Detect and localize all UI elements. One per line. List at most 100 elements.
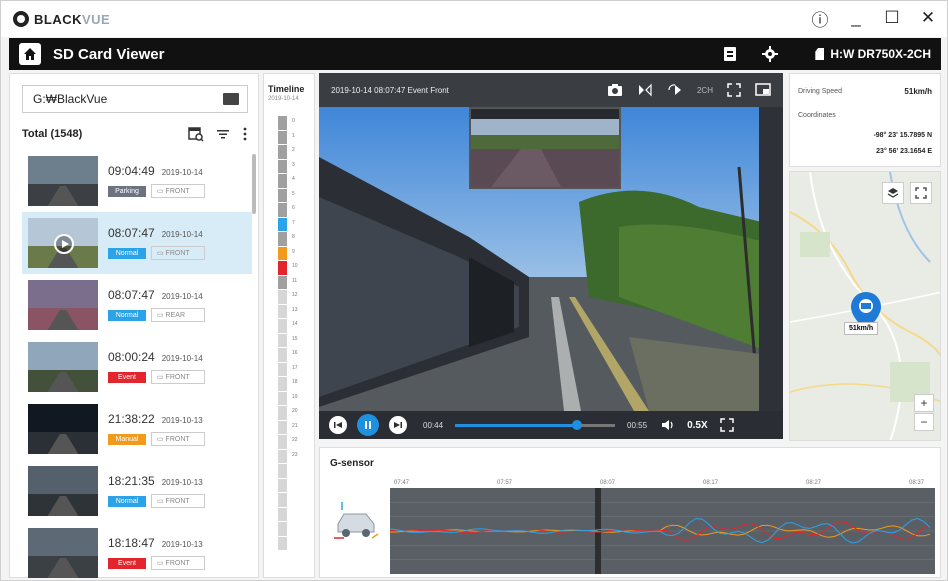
g-sensor-tick-label: 07:47 xyxy=(394,480,410,486)
timeline-segment[interactable] xyxy=(278,420,287,434)
timeline-segment[interactable] xyxy=(278,362,287,376)
recording-channel: ▭ FRONT xyxy=(151,556,205,570)
recording-item[interactable]: 18:21:35 2019-10-13 Normal ▭ FRONT xyxy=(22,460,252,522)
map-fullscreen-button[interactable] xyxy=(910,182,932,204)
filter-icon[interactable] xyxy=(216,127,230,141)
settings-button[interactable] xyxy=(761,45,779,63)
timeline-segment[interactable] xyxy=(278,217,287,231)
timeline-segment[interactable] xyxy=(278,391,287,405)
map-layers-button[interactable] xyxy=(882,182,904,204)
timeline-hour-label: 13 xyxy=(292,306,298,313)
timeline-hour-label: 17 xyxy=(292,364,298,371)
recording-thumbnail[interactable] xyxy=(28,280,98,330)
recording-thumbnail[interactable] xyxy=(28,342,98,392)
timeline-segment[interactable] xyxy=(278,493,287,507)
pip-icon[interactable] xyxy=(755,83,771,97)
seek-bar[interactable] xyxy=(455,419,616,430)
recording-item[interactable]: 08:07:47 2019-10-14 Normal ▭ REAR xyxy=(22,274,252,336)
zoom-out-button[interactable]: − xyxy=(914,413,934,431)
g-sensor-title: G-sensor xyxy=(330,458,374,469)
recording-item[interactable]: 21:38:22 2019-10-13 Manual ▭ FRONT xyxy=(22,398,252,460)
folder-icon[interactable] xyxy=(223,93,239,105)
recording-item[interactable]: 09:04:49 2019-10-14 Parking ▭ FRONT xyxy=(22,150,252,212)
next-button[interactable] xyxy=(389,416,407,434)
recording-thumbnail[interactable] xyxy=(28,218,98,268)
timeline-segment[interactable] xyxy=(278,348,287,362)
timeline-segment[interactable] xyxy=(278,174,287,188)
driving-info-panel: Driving Speed 51km/h Coordinates -98° 23… xyxy=(789,73,941,167)
timeline-segment[interactable] xyxy=(278,536,287,550)
pause-button[interactable] xyxy=(357,414,379,436)
timeline-hour-label: 8 xyxy=(292,234,295,240)
timeline-segment[interactable] xyxy=(278,246,287,260)
timeline-segment[interactable] xyxy=(278,290,287,304)
flip-icon[interactable] xyxy=(637,83,653,97)
folder-path-field[interactable]: G:₩BlackVue xyxy=(22,85,248,113)
map-view[interactable]: 51km/h + − xyxy=(789,171,941,441)
gear-icon xyxy=(762,46,779,62)
list-scrollbar[interactable] xyxy=(252,154,256,214)
timeline-segment[interactable] xyxy=(278,261,287,275)
rotate-icon[interactable] xyxy=(667,83,683,97)
recording-item[interactable]: 08:00:24 2019-10-14 Event ▭ FRONT xyxy=(22,336,252,398)
info-icon[interactable]: ⓘ xyxy=(809,7,831,30)
timeline-hour-label: 1 xyxy=(292,132,295,139)
video-player[interactable]: 2019-10-14 08:07:47 Event Front 2CH 00:4… xyxy=(319,73,783,439)
timeline-segment[interactable] xyxy=(278,333,287,347)
timeline-segment[interactable] xyxy=(278,449,287,463)
g-sensor-tick-label: 07:57 xyxy=(497,480,513,486)
timeline-segment[interactable] xyxy=(278,116,287,130)
play-icon[interactable] xyxy=(54,234,74,254)
timeline-segment[interactable] xyxy=(278,232,287,246)
recording-thumbnail[interactable] xyxy=(28,404,98,454)
recording-item[interactable]: 08:07:47 2019-10-14 Normal ▭ FRONT xyxy=(22,212,252,274)
fullscreen-icon[interactable] xyxy=(719,418,734,432)
thumb-sky xyxy=(28,466,98,494)
timeline-segment[interactable] xyxy=(278,159,287,173)
timeline-segment[interactable] xyxy=(278,188,287,202)
recording-thumbnail[interactable] xyxy=(28,466,98,516)
timeline-segment[interactable] xyxy=(278,304,287,318)
maximize-button[interactable]: ☐ xyxy=(881,7,903,29)
playback-speed[interactable]: 0.5X xyxy=(687,420,708,431)
timeline-segment[interactable] xyxy=(278,377,287,391)
timeline-segment[interactable] xyxy=(278,130,287,144)
recording-meta: 08:07:47 2019-10-14 Normal ▭ FRONT xyxy=(108,226,205,260)
timeline-hour-label: 23 xyxy=(292,451,298,458)
timeline-segment[interactable] xyxy=(278,435,287,449)
calendar-search-icon[interactable] xyxy=(188,126,204,142)
latitude-value: -98° 23' 15.7895 N xyxy=(873,132,932,139)
timeline-bar[interactable] xyxy=(278,116,287,551)
timeline-segment[interactable] xyxy=(278,406,287,420)
close-button[interactable]: ✕ xyxy=(917,7,939,29)
recording-item[interactable]: 18:18:47 2019-10-13 Event ▭ FRONT xyxy=(22,522,252,578)
seek-bar-knob[interactable] xyxy=(571,419,582,430)
recording-thumbnail[interactable] xyxy=(28,528,98,578)
timeline-segment[interactable] xyxy=(278,507,287,521)
volume-icon[interactable] xyxy=(661,419,675,431)
sd-format-button[interactable] xyxy=(721,45,739,63)
timeline-segment[interactable] xyxy=(278,478,287,492)
rear-camera-pip[interactable] xyxy=(469,107,621,189)
playback-controls: 00:44 00:55 0.5X xyxy=(319,411,783,439)
timeline-hour-label: 4 xyxy=(292,176,295,182)
minimize-button[interactable]: _ xyxy=(845,7,867,29)
timeline-segment[interactable] xyxy=(278,203,287,217)
g-sensor-tick-label: 08:07 xyxy=(600,480,616,486)
previous-button[interactable] xyxy=(329,416,347,434)
recording-thumbnail[interactable] xyxy=(28,156,98,206)
timeline-segment[interactable] xyxy=(278,145,287,159)
camera-icon[interactable] xyxy=(607,83,623,97)
expand-icon[interactable] xyxy=(727,83,741,97)
timeline-segment[interactable] xyxy=(278,464,287,478)
timeline-segment[interactable] xyxy=(278,319,287,333)
recording-time: 08:00:24 xyxy=(108,350,155,364)
zoom-in-button[interactable]: + xyxy=(914,394,934,412)
timeline-segment[interactable] xyxy=(278,275,287,289)
more-options-icon[interactable] xyxy=(242,127,248,141)
channel-2ch-label[interactable]: 2CH xyxy=(697,86,713,95)
home-button[interactable] xyxy=(19,43,41,65)
recording-type-badge: Manual xyxy=(108,433,146,445)
timeline-segment[interactable] xyxy=(278,522,287,536)
g-sensor-chart[interactable]: 07:47 07:57 08:07 08:17 08:27 08:37 xyxy=(390,476,935,574)
